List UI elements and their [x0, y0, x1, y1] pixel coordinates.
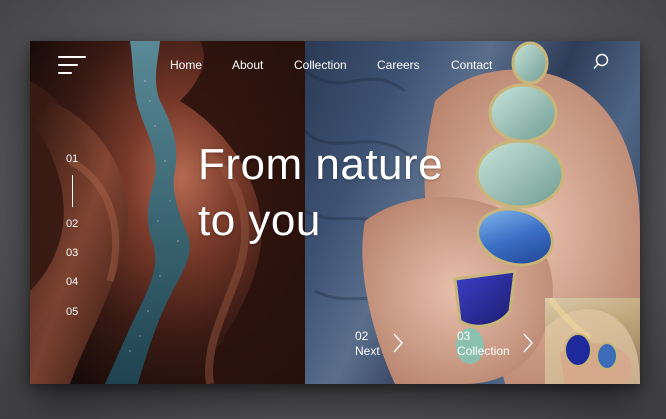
- hero-frame: Home About Collection Careers Contact 01…: [30, 41, 640, 384]
- slide-number-04[interactable]: 04: [66, 276, 78, 288]
- nav-link-contact[interactable]: Contact: [451, 58, 492, 72]
- nav-link-home[interactable]: Home: [170, 58, 202, 72]
- next-number: 02: [355, 329, 369, 343]
- slide-number-03[interactable]: 03: [66, 247, 78, 259]
- next-label: Next: [355, 344, 380, 358]
- collection-number: 03: [457, 329, 471, 343]
- collection-chevron-right-icon[interactable]: [522, 332, 534, 354]
- next-button[interactable]: 02 Next: [355, 329, 380, 359]
- hamburger-menu-icon[interactable]: [58, 54, 86, 76]
- active-slide-bar: [72, 175, 73, 207]
- slide-number-05[interactable]: 05: [66, 306, 78, 318]
- search-icon[interactable]: [592, 53, 610, 71]
- next-chevron-right-icon[interactable]: [392, 332, 404, 354]
- collection-button[interactable]: 03 Collection: [457, 329, 510, 359]
- slide-number-02[interactable]: 02: [66, 218, 78, 230]
- slide-number-01[interactable]: 01: [66, 153, 78, 165]
- nav-link-collection[interactable]: Collection: [294, 58, 347, 72]
- nav-link-about[interactable]: About: [232, 58, 263, 72]
- collection-label: Collection: [457, 344, 510, 358]
- hero-headline: From nature to you: [198, 137, 443, 249]
- nav-link-careers[interactable]: Careers: [377, 58, 420, 72]
- headline-line-2: to you: [198, 196, 321, 245]
- headline-line-1: From nature: [198, 140, 444, 189]
- collection-thumbnail[interactable]: [545, 298, 640, 384]
